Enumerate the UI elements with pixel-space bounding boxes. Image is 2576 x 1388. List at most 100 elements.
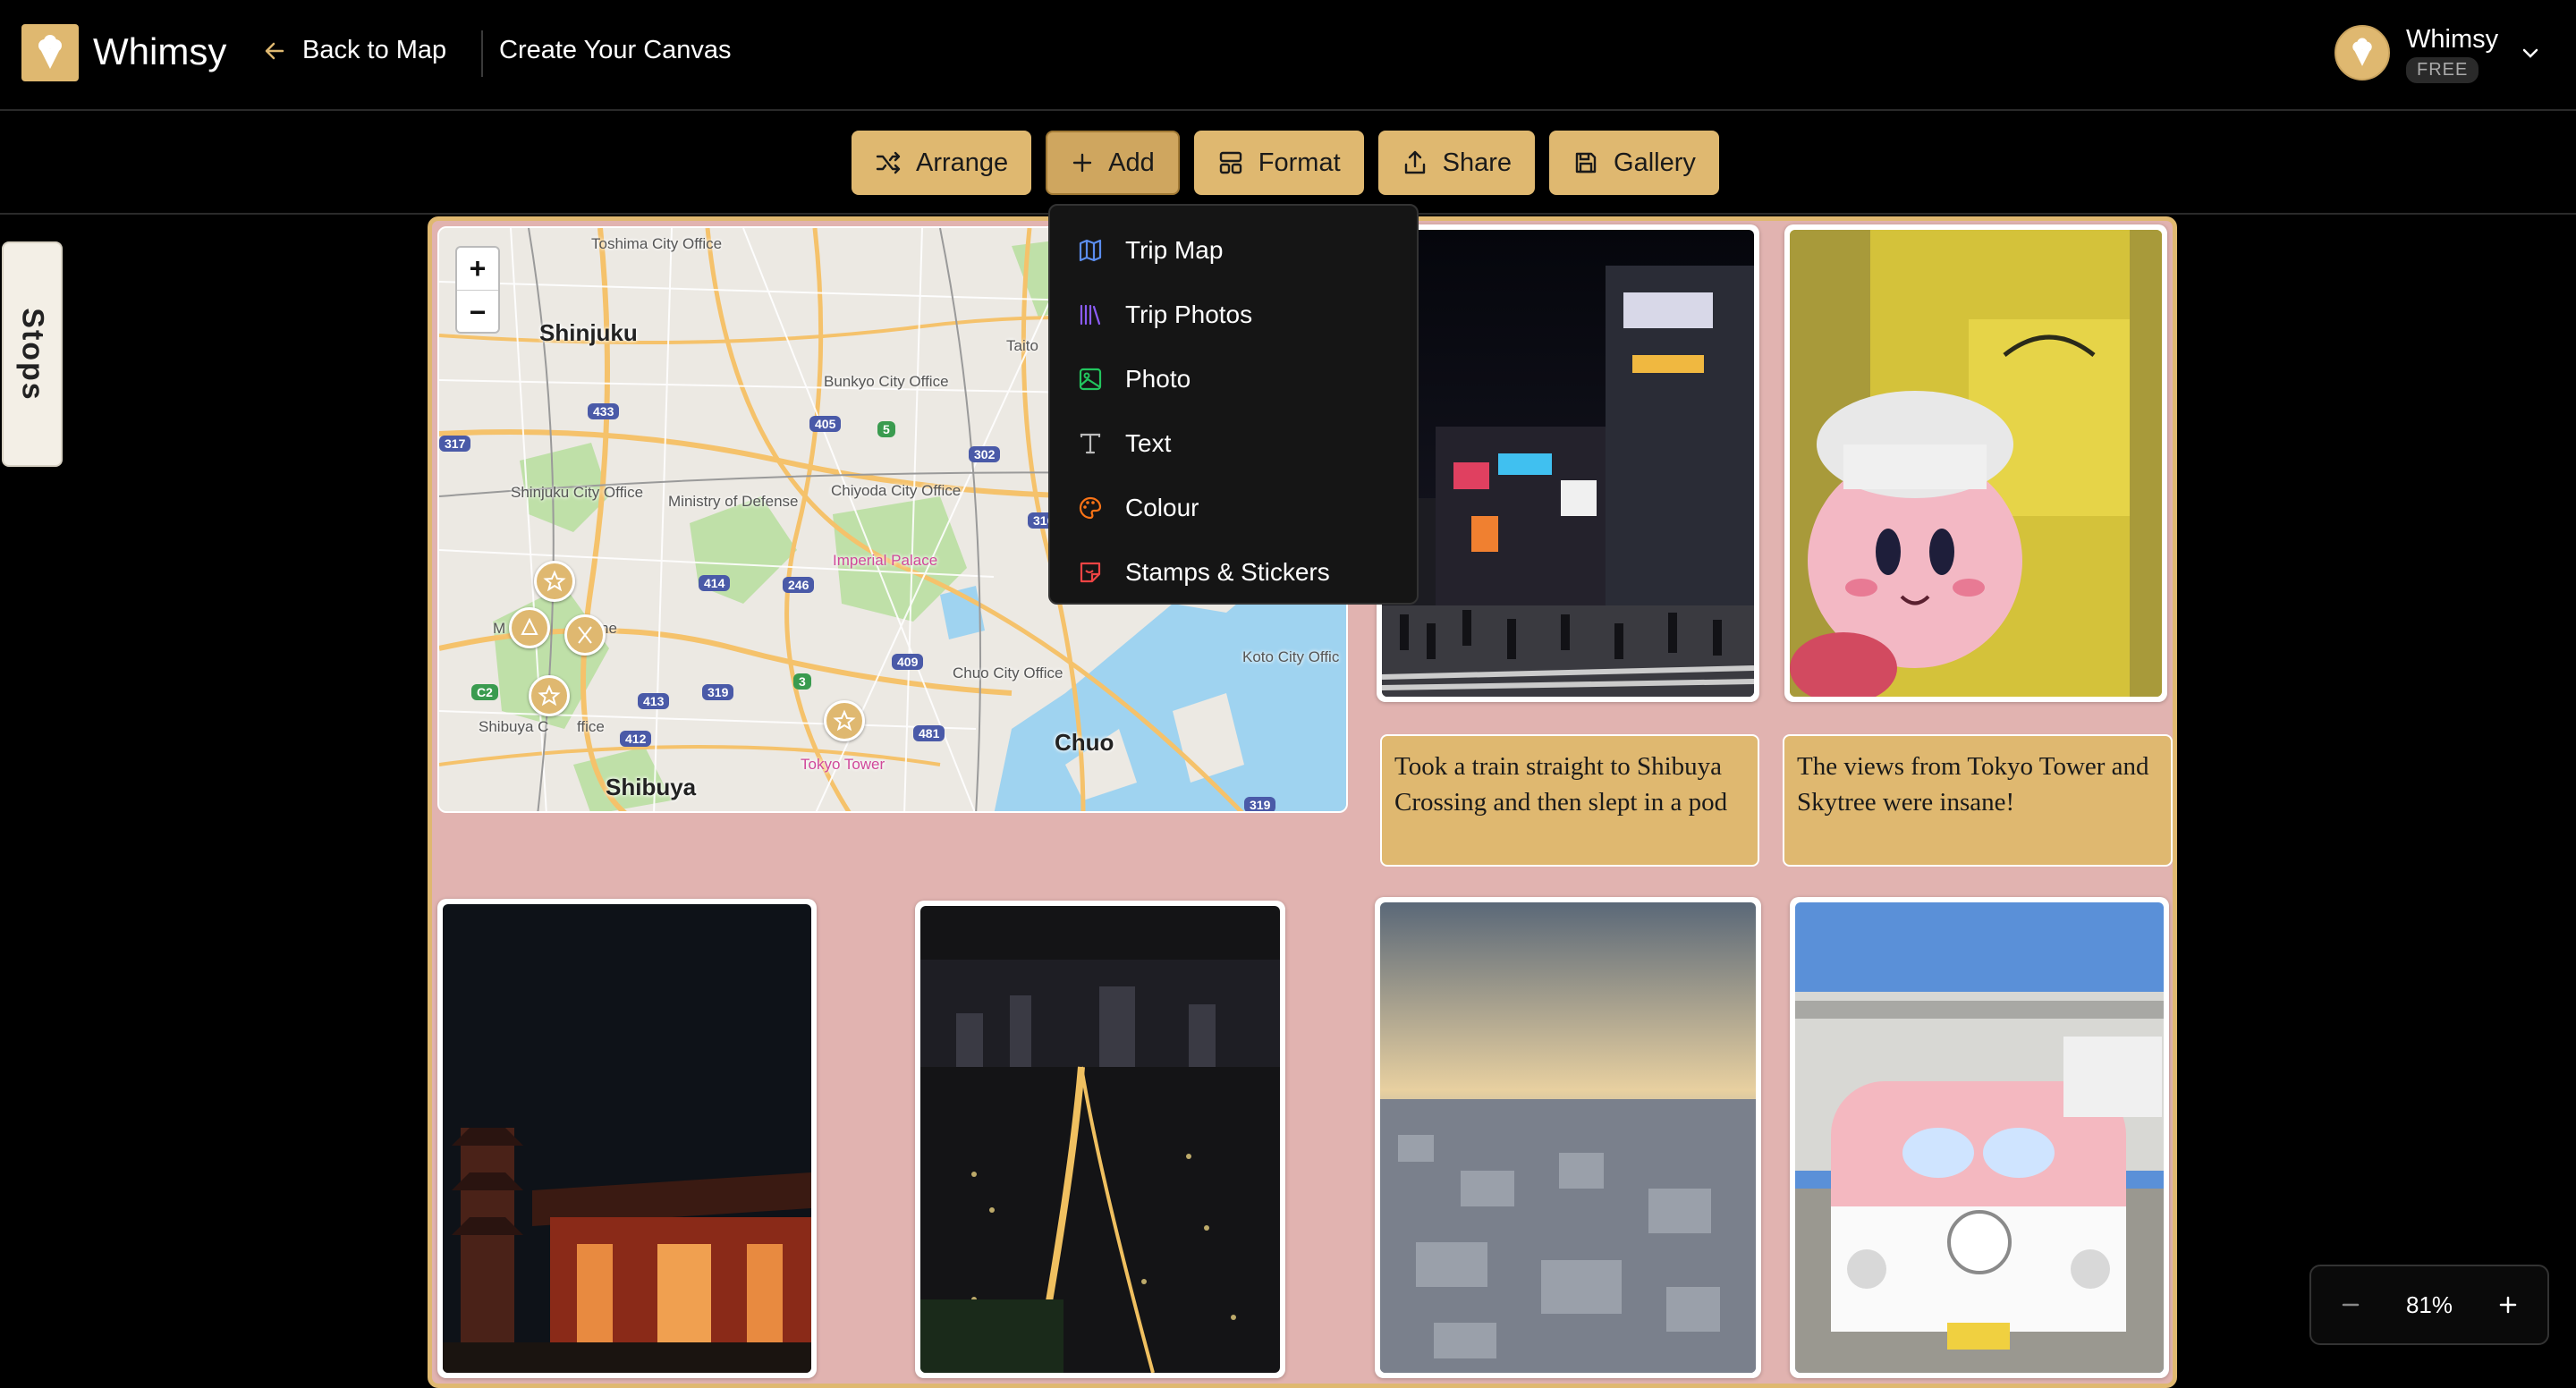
map-label-taito: Taito — [1006, 337, 1038, 354]
app-logo[interactable] — [21, 24, 79, 81]
plan-badge: FREE — [2406, 57, 2479, 83]
share-button[interactable]: Share — [1377, 131, 1536, 195]
menu-item-colour[interactable]: Colour — [1050, 476, 1417, 540]
back-to-map-link[interactable]: Back to Map — [263, 36, 446, 65]
map-zoom-control: + − — [455, 246, 500, 334]
map-pin-star[interactable] — [824, 700, 865, 741]
star-icon — [538, 684, 561, 707]
menu-item-label: Text — [1125, 429, 1172, 457]
map-pin-shrine[interactable] — [509, 607, 550, 648]
library-icon — [1080, 304, 1101, 326]
route-shield: 319 — [702, 684, 734, 700]
map-label-shinjuku: Shinjuku — [539, 319, 638, 346]
share-label: Share — [1442, 148, 1513, 177]
menu-item-label: Colour — [1125, 494, 1199, 521]
palette-icon — [1079, 496, 1102, 520]
map-label-koto: Koto City Offic — [1242, 648, 1340, 665]
tokyo-day-aerial-image — [1380, 902, 1756, 1373]
shibuya-night-image — [1382, 230, 1754, 697]
ice-cream-icon — [2352, 38, 2372, 66]
canvas-zoom-control: 81% — [2309, 1265, 2549, 1345]
route-shield: 412 — [620, 731, 652, 747]
map-label-toshima: Toshima City Office — [591, 235, 723, 252]
app-name: Whimsy — [93, 30, 227, 72]
sensoji-night-image — [443, 904, 811, 1373]
ice-cream-icon — [38, 35, 62, 69]
map-label-imperial: Imperial Palace — [833, 552, 938, 569]
map-label-tokyo-tower: Tokyo Tower — [801, 756, 886, 773]
text-icon — [1080, 433, 1101, 454]
user-menu[interactable]: Whimsy FREE — [2334, 25, 2567, 88]
map-label-ministry: Ministry of Defense — [668, 493, 799, 510]
note-text: Took a train straight to Shibuya Crossin… — [1394, 752, 1728, 817]
header-divider — [481, 30, 483, 77]
map-zoom-out-button[interactable]: − — [457, 291, 498, 334]
star-icon — [543, 570, 566, 592]
map-label-shibuya: Shibuya — [606, 774, 697, 800]
utensils-icon — [578, 626, 592, 644]
photo-kirby-cafe[interactable] — [1784, 224, 2167, 702]
page-title: Create Your Canvas — [499, 36, 732, 64]
route-shield: 409 — [892, 654, 924, 670]
canvas-toolbar: Arrange Add Format Share Gallery — [852, 131, 1719, 195]
zoom-in-icon[interactable] — [2496, 1292, 2521, 1317]
bell-icon — [521, 617, 538, 635]
menu-item-trip-map[interactable]: Trip Map — [1050, 218, 1417, 283]
layout-icon — [1219, 151, 1241, 174]
route-shield: 246 — [783, 577, 815, 593]
zoom-level: 81% — [2405, 1291, 2453, 1318]
share-icon — [1404, 150, 1425, 174]
text-note-tokyo-tower[interactable]: The views from Tokyo Tower and Skytree w… — [1783, 734, 2173, 867]
photo-sensoji-temple[interactable] — [437, 899, 817, 1378]
arrange-button[interactable]: Arrange — [852, 131, 1032, 195]
kirby-cafe-image — [1790, 230, 2162, 697]
image-icon — [1079, 368, 1102, 391]
zoom-out-icon[interactable] — [2338, 1292, 2363, 1317]
add-label: Add — [1108, 148, 1155, 177]
map-label-meiji-m: M — [493, 620, 506, 637]
note-text: The views from Tokyo Tower and Skytree w… — [1797, 752, 2149, 817]
arrange-label: Arrange — [916, 148, 1009, 177]
route-shield: 414 — [699, 575, 731, 591]
save-icon — [1575, 152, 1597, 174]
map-label-shinjuku-office: Shinjuku City Office — [511, 484, 644, 501]
map-pin-food[interactable] — [564, 614, 606, 656]
menu-item-text[interactable]: Text — [1050, 411, 1417, 476]
route-shield: 317 — [439, 436, 471, 452]
add-button[interactable]: Add — [1046, 131, 1180, 195]
map-zoom-in-button[interactable]: + — [457, 248, 498, 291]
photo-vw-bus[interactable] — [1790, 897, 2169, 1378]
menu-item-trip-photos[interactable]: Trip Photos — [1050, 283, 1417, 347]
add-menu: Trip Map Trip Photos Photo Text Colour S… — [1048, 204, 1419, 605]
map-label-chuo: Chuo — [1055, 729, 1114, 756]
map-label-shibuya-office-end: ffice — [577, 718, 605, 735]
gallery-label: Gallery — [1614, 148, 1696, 177]
map-pin-star[interactable] — [529, 675, 570, 716]
stops-tab-label: Stops — [15, 307, 50, 402]
menu-item-photo[interactable]: Photo — [1050, 347, 1417, 411]
menu-item-label: Stamps & Stickers — [1125, 558, 1330, 586]
photo-tokyo-day-aerial[interactable] — [1375, 897, 1761, 1378]
photo-tokyo-night-aerial[interactable] — [915, 901, 1285, 1378]
tokyo-night-aerial-image — [920, 906, 1280, 1373]
chevron-down-icon[interactable] — [2519, 41, 2542, 64]
map-label-chiyoda: Chiyoda City Office — [831, 482, 962, 499]
format-label: Format — [1258, 148, 1341, 177]
route-shield: 302 — [969, 446, 1001, 462]
back-link-label: Back to Map — [302, 36, 447, 64]
star-icon — [833, 709, 856, 732]
stops-panel-tab[interactable]: Stops — [2, 241, 63, 467]
route-shield: 3 — [793, 673, 811, 690]
menu-item-label: Trip Map — [1125, 236, 1224, 264]
menu-item-stamps-stickers[interactable]: Stamps & Stickers — [1050, 540, 1417, 605]
route-shield: 433 — [588, 403, 620, 419]
map-pin-star[interactable] — [534, 561, 575, 602]
format-button[interactable]: Format — [1193, 131, 1364, 195]
photo-shibuya-crossing[interactable] — [1377, 224, 1759, 702]
route-shield: 405 — [809, 416, 842, 432]
text-note-shibuya[interactable]: Took a train straight to Shibuya Crossin… — [1380, 734, 1759, 867]
avatar — [2334, 25, 2390, 80]
gallery-button[interactable]: Gallery — [1549, 131, 1719, 195]
plus-icon — [1072, 153, 1092, 173]
map-icon — [1079, 239, 1102, 262]
